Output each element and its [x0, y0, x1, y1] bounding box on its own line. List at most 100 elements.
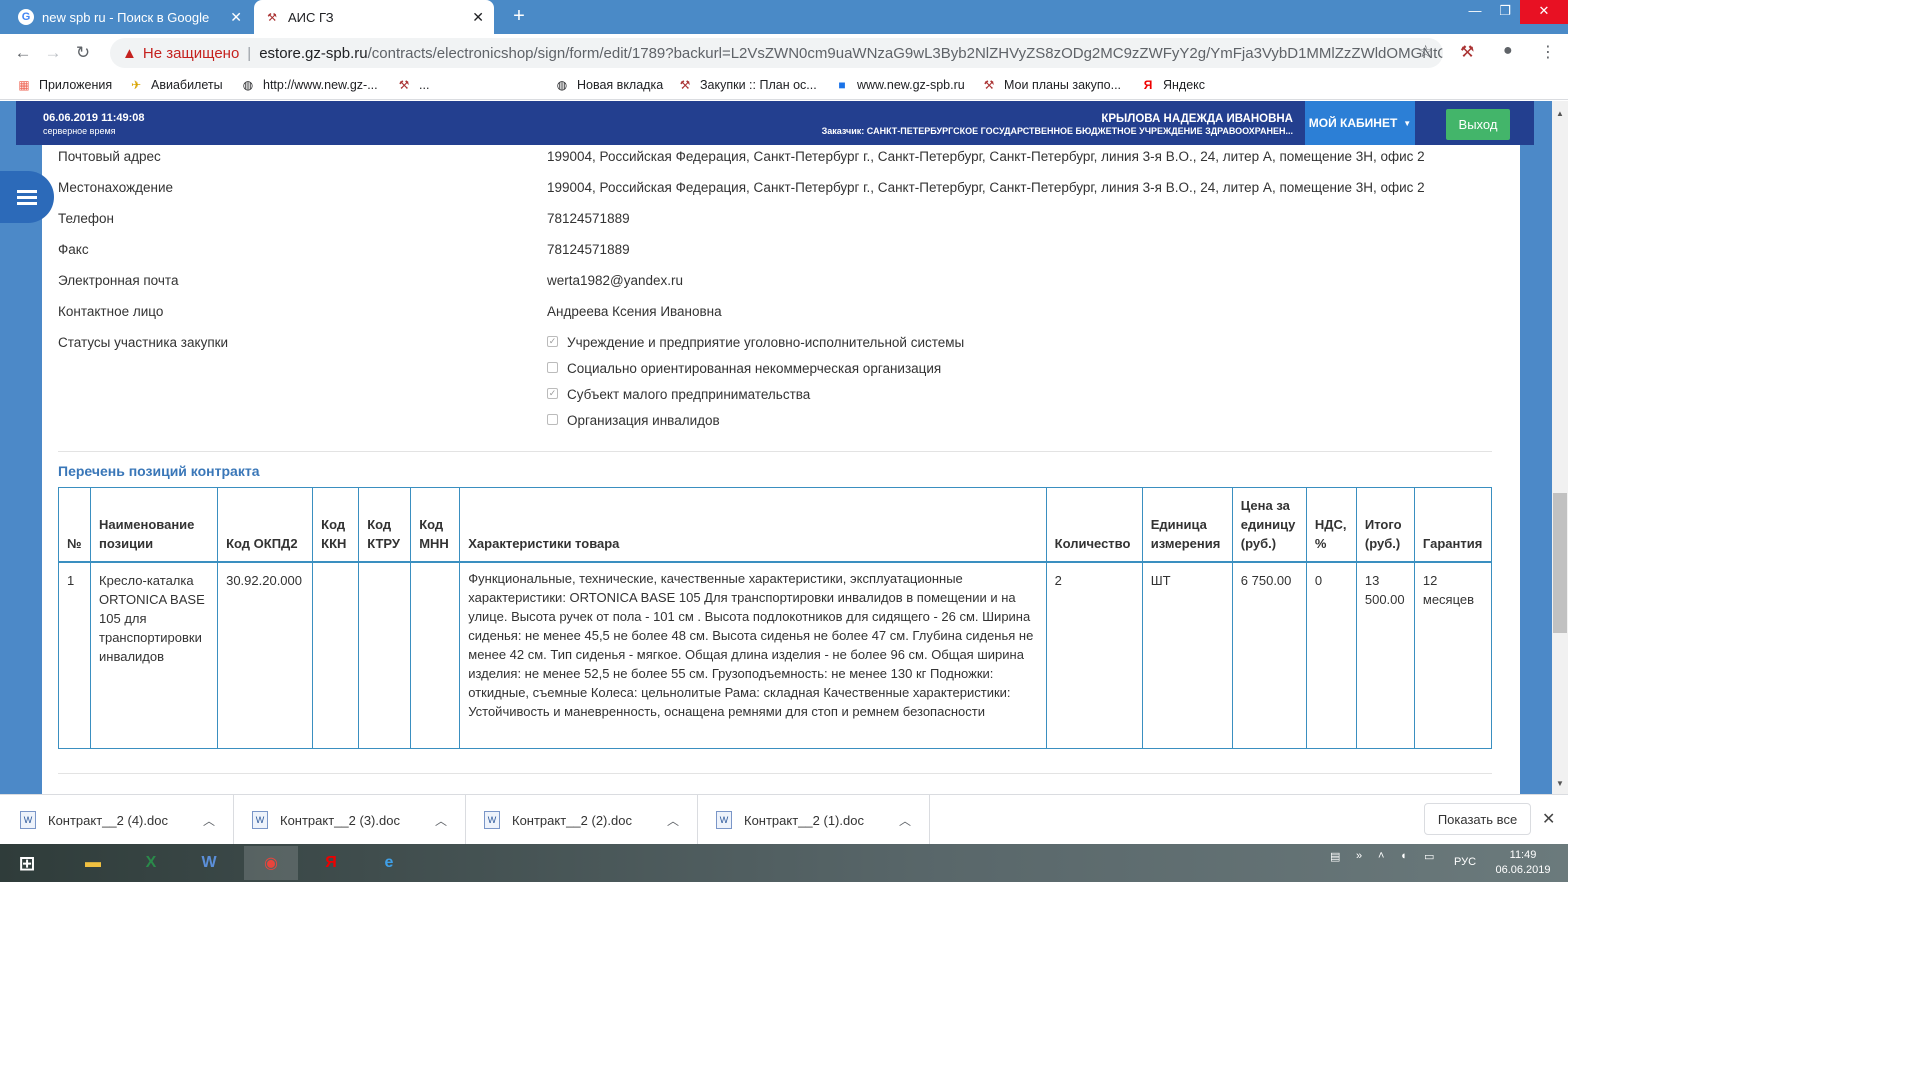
ie-taskbar-icon[interactable]: e — [362, 846, 416, 880]
word-taskbar-icon[interactable]: W — [182, 846, 236, 880]
status-label: Социально ориентированная некоммерческая… — [567, 361, 942, 376]
url-field[interactable]: ▲ Не защищено | estore.gz-spb.ru /contra… — [110, 38, 1443, 68]
column-header: Характеристики товара — [459, 487, 1047, 563]
bookmark-avia[interactable]: ✈ Авиабилеты — [128, 77, 223, 93]
scroll-thumb[interactable] — [1553, 493, 1567, 633]
my-cabinet-button[interactable]: МОЙ КАБИНЕТ ▼ — [1305, 101, 1415, 145]
server-time-label: серверное время — [43, 126, 116, 136]
profile-icon[interactable]: ● — [1503, 42, 1513, 60]
status-checkbox[interactable]: ✓ — [547, 388, 558, 399]
column-header: Итого (руб.) — [1355, 487, 1415, 563]
column-header: Цена за единицу (руб.) — [1231, 487, 1307, 563]
bookmark-star-icon[interactable]: ☆ — [1418, 42, 1433, 62]
tab-ais-gz[interactable]: ⚒ АИС ГЗ ✕ — [254, 0, 494, 34]
field-label-phone: Телефон — [58, 211, 115, 226]
download-filename: Контракт__2 (1).doc — [744, 812, 864, 828]
cell-characteristics: Функциональные, технические, качественны… — [459, 561, 1047, 749]
chevron-up-icon[interactable]: ︿ — [435, 812, 447, 829]
extension-icon[interactable]: ⚒ — [1460, 42, 1474, 62]
bookmark-label: Закупки :: План ос... — [700, 78, 817, 92]
column-header: Код ОКПД2 — [217, 487, 314, 563]
field-value-fax: 78124571889 — [547, 242, 630, 257]
download-item[interactable]: W Контракт__2 (1).doc ︿ — [698, 795, 930, 845]
page-viewport: 06.06.2019 11:49:08 серверное время КРЫЛ… — [0, 101, 1552, 794]
bookmark-my-plans[interactable]: ⚒ Мои планы закупо... — [981, 77, 1121, 93]
bookmark-new-tab[interactable]: ◍ Новая вкладка — [554, 77, 663, 93]
bookmark-label: www.new.gz-spb.ru — [857, 78, 965, 92]
bookmark-yandex[interactable]: Я Яндекс — [1140, 77, 1205, 93]
back-icon[interactable]: ← — [8, 43, 38, 63]
bookmark-folder-new-gz[interactable]: ■ www.new.gz-spb.ru — [834, 77, 965, 93]
warning-icon: ▲ — [122, 44, 137, 62]
download-item[interactable]: W Контракт__2 (3).doc ︿ — [234, 795, 466, 845]
logout-button[interactable]: Выход — [1446, 109, 1510, 140]
new-tab-button[interactable]: + — [508, 6, 530, 28]
chrome-taskbar-icon[interactable]: ◉ — [244, 846, 298, 880]
tab-title: АИС ГЗ — [288, 9, 334, 25]
hamburger-menu-button[interactable] — [0, 171, 54, 223]
column-header: Единица измерения — [1141, 487, 1233, 563]
tab-google-search[interactable]: G new spb ru - Поиск в Google ✕ — [8, 0, 252, 34]
security-label[interactable]: Не защищено — [143, 45, 239, 62]
user-name: КРЫЛОВА НАДЕЖДА ИВАНОВНА — [1101, 113, 1293, 125]
explorer-taskbar-icon[interactable]: ▬ — [66, 846, 120, 880]
minimize-button[interactable]: — — [1458, 0, 1492, 24]
status-checkbox[interactable] — [547, 362, 558, 373]
forward-icon[interactable]: → — [38, 43, 68, 63]
bookmark-label: Приложения — [39, 78, 113, 92]
download-filename: Контракт__2 (4).doc — [48, 812, 168, 828]
column-header: Наименование позиции — [90, 487, 219, 563]
chevron-up-icon[interactable]: ︿ — [667, 812, 679, 829]
yandex-icon: Я — [1143, 78, 1153, 92]
tray-chevron-icon[interactable]: » — [1356, 850, 1362, 862]
status-checkbox[interactable]: ✓ — [547, 336, 558, 347]
airplane-icon: ✈ — [130, 78, 142, 92]
excel-taskbar-icon[interactable]: X — [124, 846, 178, 880]
word-doc-icon: W — [252, 811, 268, 829]
bookmark-apps[interactable]: ▦ Приложения — [16, 77, 112, 93]
download-filename: Контракт__2 (3).doc — [280, 812, 400, 828]
maximize-button[interactable]: ❐ — [1488, 0, 1522, 24]
cell-price: 6 750.00 — [1231, 561, 1307, 749]
tab-close-icon[interactable]: ✕ — [472, 9, 484, 26]
reload-icon[interactable]: ↻ — [68, 43, 98, 63]
show-all-downloads-button[interactable]: Показать все — [1424, 803, 1531, 835]
tab-title: new spb ru - Поиск в Google — [42, 9, 210, 25]
server-datetime: 06.06.2019 11:49:08 — [43, 112, 145, 124]
download-item[interactable]: W Контракт__2 (4).doc ︿ — [2, 795, 234, 845]
page-scrollbar[interactable]: ▲ ▼ — [1552, 101, 1568, 794]
tray-up-icon[interactable]: ˄ — [1378, 850, 1384, 862]
column-header: Гарантия — [1413, 487, 1493, 563]
bookmark-zakupki[interactable]: ⚒ Закупки :: План ос... — [677, 77, 817, 93]
gz-logo-icon: ⚒ — [679, 78, 691, 92]
cell-unit: ШТ — [1141, 561, 1233, 749]
yandex-taskbar-icon[interactable]: Я — [304, 846, 358, 880]
system-clock[interactable]: 11:49 06.06.2019 — [1488, 848, 1558, 878]
cell-ktru — [358, 561, 412, 749]
field-label-location: Местонахождение — [58, 180, 174, 195]
network-icon[interactable]: ▭ — [1424, 850, 1434, 863]
tab-strip: G new spb ru - Поиск в Google ✕ ⚒ АИС ГЗ… — [0, 0, 1568, 34]
windows-taskbar: ⊞ ▬ X W ◉ Я e ▤ » ˄ ◖ ▭ РУС 11:49 06.06.… — [0, 844, 1568, 882]
menu-kebab-icon[interactable]: ⋮ — [1540, 42, 1556, 62]
status-checkbox[interactable] — [547, 414, 558, 425]
volume-icon[interactable]: ◖ — [1400, 850, 1407, 862]
chevron-up-icon[interactable]: ︿ — [899, 812, 911, 829]
scroll-up-icon[interactable]: ▲ — [1556, 109, 1564, 118]
chevron-up-icon[interactable]: ︿ — [203, 812, 215, 829]
start-button[interactable]: ⊞ — [0, 846, 54, 880]
download-filename: Контракт__2 (2).doc — [512, 812, 632, 828]
bookmark-label: Новая вкладка — [577, 78, 664, 92]
bookmark-gz[interactable]: ⚒... — [396, 77, 430, 93]
window-close-button[interactable]: ✕ — [1520, 0, 1568, 24]
close-downloads-icon[interactable]: ✕ — [1542, 809, 1555, 829]
cell-kkn — [312, 561, 360, 749]
bookmark-new-gz[interactable]: ◍ http://www.new.gz-... — [240, 77, 378, 93]
download-item[interactable]: W Контракт__2 (2).doc ︿ — [466, 795, 698, 845]
gz-logo-icon: ⚒ — [983, 78, 995, 92]
tab-close-icon[interactable]: ✕ — [230, 9, 242, 26]
scroll-down-icon[interactable]: ▼ — [1556, 779, 1564, 788]
language-indicator[interactable]: РУС — [1454, 856, 1476, 868]
status-label: Учреждение и предприятие уголовно-исполн… — [567, 335, 965, 350]
tray-files-icon[interactable]: ▤ — [1330, 850, 1340, 863]
